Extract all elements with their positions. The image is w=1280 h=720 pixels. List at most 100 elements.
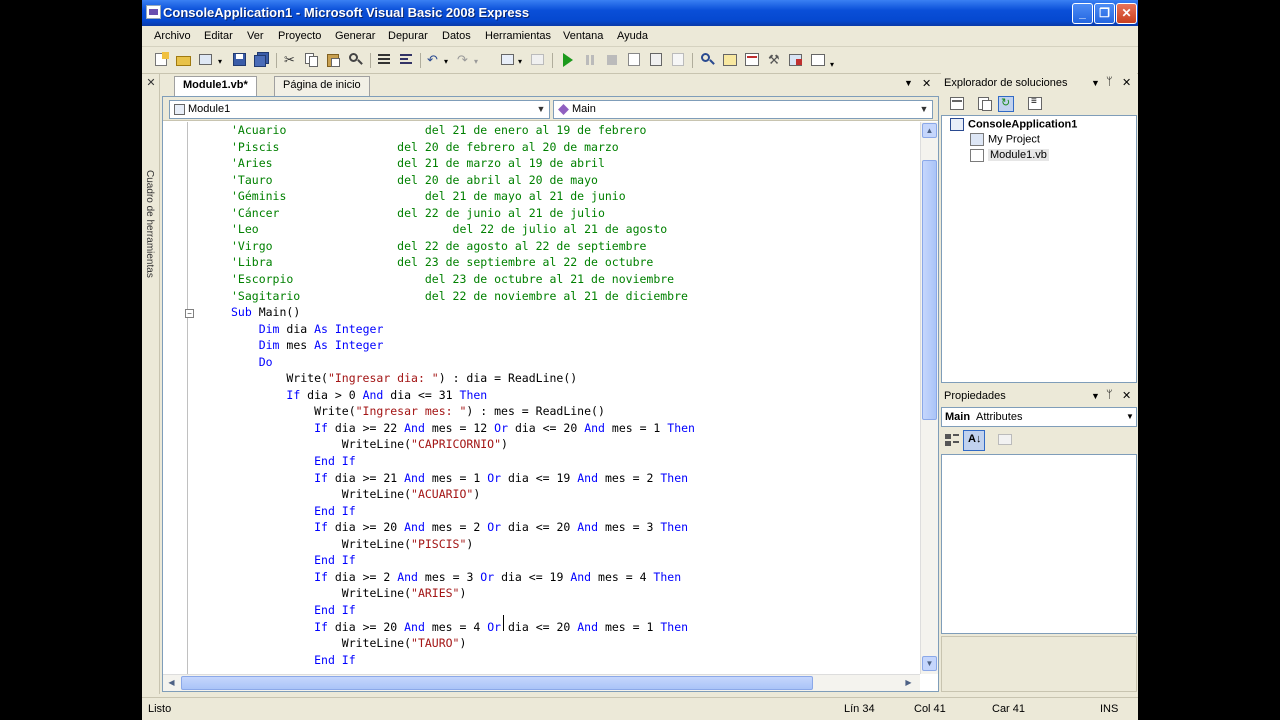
code-line[interactable]: 'Piscis del 20 de febrero al 20 de marzo <box>231 139 619 155</box>
auto-hide-pin-icon[interactable]: ᛘ <box>1106 389 1113 401</box>
menu-depurar[interactable]: Depurar <box>388 30 428 42</box>
code-line[interactable]: If dia > 0 And dia <= 31 Then <box>231 387 487 403</box>
breakpoint-icon[interactable] <box>626 52 642 68</box>
menu-proyecto[interactable]: Proyecto <box>278 30 321 42</box>
member-combo[interactable]: Main ▼ <box>553 100 933 119</box>
menu-generar[interactable]: Generar <box>335 30 375 42</box>
save-icon[interactable] <box>232 52 248 68</box>
uncomment-lines-icon[interactable] <box>398 52 414 68</box>
navigate-backward-icon[interactable] <box>500 52 516 68</box>
code-line[interactable]: If dia >= 20 And mes = 2 Or dia <= 20 An… <box>231 519 688 535</box>
code-line[interactable]: 'Escorpio del 23 de octubre al 21 de nov… <box>231 271 674 287</box>
stop-icon[interactable] <box>604 52 620 68</box>
tree-item-module1[interactable]: Module1.vb <box>970 149 1049 165</box>
save-all-icon[interactable] <box>254 52 270 68</box>
chevron-down-icon[interactable]: ▾ <box>518 52 526 68</box>
code-line[interactable]: 'Géminis del 21 de mayo al 21 de junio <box>231 188 626 204</box>
menu-ayuda[interactable]: Ayuda <box>617 30 648 42</box>
window-position-icon[interactable]: ▼ <box>1091 78 1100 88</box>
vertical-scroll-thumb[interactable] <box>922 160 937 420</box>
code-line[interactable]: Dim dia As Integer <box>231 321 384 337</box>
code-line[interactable]: 'Tauro del 20 de abril al 20 de mayo <box>231 172 598 188</box>
tree-item-project[interactable]: ConsoleApplication1 <box>950 118 1077 134</box>
collapse-region-icon[interactable]: − <box>185 309 194 318</box>
split-handle[interactable] <box>922 139 937 154</box>
toolbar-overflow-icon[interactable]: ▾ <box>828 52 838 69</box>
active-files-chevron-icon[interactable]: ▼ <box>904 78 913 88</box>
cut-icon[interactable]: ✂ <box>282 52 298 68</box>
chevron-down-icon[interactable]: ▼ <box>916 101 932 118</box>
menu-herramientas[interactable]: Herramientas <box>485 30 551 42</box>
code-line[interactable]: End If <box>231 652 356 668</box>
code-line[interactable]: If dia >= 2 And mes = 3 Or dia <= 19 And… <box>231 569 681 585</box>
code-line[interactable]: 'Acuario del 21 de enero al 19 de febrer… <box>231 122 646 138</box>
object-browser-icon[interactable] <box>788 52 804 68</box>
properties-grid[interactable] <box>941 454 1137 634</box>
code-line[interactable]: Write("Ingresar mes: ") : mes = ReadLine… <box>231 403 605 419</box>
code-line[interactable]: WriteLine("ARIES") <box>231 585 467 601</box>
paste-icon[interactable] <box>326 52 342 68</box>
step-into-icon[interactable] <box>648 52 664 68</box>
navigate-forward-icon[interactable] <box>530 52 546 68</box>
scroll-up-icon[interactable]: ▲ <box>922 123 937 138</box>
solution-explorer-icon[interactable] <box>722 52 738 68</box>
properties-icon[interactable] <box>949 96 965 112</box>
maximize-button[interactable]: ❐ <box>1094 3 1115 24</box>
horizontal-scrollbar[interactable]: ◀ ▶ <box>163 674 920 691</box>
code-line[interactable]: Dim mes As Integer <box>231 337 384 353</box>
code-line[interactable]: WriteLine("TAURO") <box>231 635 467 651</box>
code-line[interactable]: 'Virgo del 22 de agosto al 22 de septiem… <box>231 238 646 254</box>
code-line[interactable]: End If <box>231 552 356 568</box>
code-line[interactable]: 'Aries del 21 de marzo al 19 de abril <box>231 155 605 171</box>
undo-icon[interactable]: ↶ <box>426 52 442 68</box>
type-combo[interactable]: Module1 ▼ <box>169 100 550 119</box>
add-item-icon[interactable] <box>198 52 214 68</box>
code-line[interactable]: If dia >= 22 And mes = 12 Or dia <= 20 A… <box>231 420 695 436</box>
show-all-files-icon[interactable] <box>977 96 993 112</box>
horizontal-scroll-thumb[interactable] <box>181 676 813 690</box>
refresh-icon[interactable]: ↻ <box>998 96 1014 112</box>
menu-datos[interactable]: Datos <box>442 30 471 42</box>
close-panel-icon[interactable]: ✕ <box>1122 76 1131 89</box>
scroll-right-icon[interactable]: ▶ <box>901 676 916 690</box>
code-line[interactable]: WriteLine("ACUARIO") <box>231 486 481 502</box>
code-line[interactable]: If dia >= 21 And mes = 1 Or dia <= 19 An… <box>231 470 688 486</box>
property-pages-icon[interactable] <box>997 432 1013 448</box>
chevron-down-icon[interactable]: ▼ <box>1126 412 1134 421</box>
code-text-area[interactable]: − 'Acuario del 21 de enero al 19 de febr… <box>163 122 920 674</box>
code-line[interactable]: End If <box>231 602 356 618</box>
minimize-button[interactable]: _ <box>1072 3 1093 24</box>
code-line[interactable]: WriteLine("CAPRICORNIO") <box>231 436 508 452</box>
redo-icon[interactable]: ↷ <box>456 52 472 68</box>
toolbox-label[interactable]: Cuadro de herramientas <box>144 170 155 278</box>
tree-item-my-project[interactable]: My Project <box>970 133 1040 149</box>
close-button[interactable]: ✕ <box>1116 3 1137 24</box>
code-line[interactable]: End If <box>231 503 356 519</box>
menu-ventana[interactable]: Ventana <box>563 30 603 42</box>
step-over-icon[interactable] <box>670 52 686 68</box>
properties-window-icon[interactable] <box>744 52 760 68</box>
comment-lines-icon[interactable] <box>376 52 392 68</box>
chevron-down-icon[interactable]: ▾ <box>444 52 452 68</box>
code-line[interactable]: Do <box>231 354 273 370</box>
close-document-icon[interactable]: ✕ <box>922 77 931 90</box>
code-line[interactable]: Write("Ingresar dia: ") : dia = ReadLine… <box>231 370 577 386</box>
new-project-icon[interactable] <box>154 52 170 68</box>
auto-hide-pin-icon[interactable]: ᛘ <box>1106 76 1113 88</box>
properties-object-selector[interactable]: Main Attributes ▼ <box>941 407 1137 427</box>
toolbox-strip[interactable]: ✕ Cuadro de herramientas <box>142 74 160 694</box>
menu-editar[interactable]: Editar <box>204 30 233 42</box>
alphabetical-icon[interactable]: A↓ <box>963 430 985 451</box>
find-icon[interactable] <box>348 52 364 68</box>
code-line[interactable]: 'Leo del 22 de julio al 21 de agosto <box>231 221 667 237</box>
pause-icon[interactable] <box>582 52 598 68</box>
start-debugging-icon[interactable] <box>560 52 576 68</box>
menu-archivo[interactable]: Archivo <box>154 30 191 42</box>
code-line[interactable]: 'Cáncer del 22 de junio al 21 de julio <box>231 205 605 221</box>
tab-module1[interactable]: Module1.vb* <box>174 76 257 96</box>
categorized-icon[interactable] <box>944 432 960 448</box>
find-in-files-icon[interactable] <box>700 52 716 68</box>
vertical-scrollbar[interactable]: ▲ ▼ <box>920 122 938 674</box>
open-folder-icon[interactable] <box>176 52 192 68</box>
toolbox-tools-icon[interactable]: ⚒ <box>766 52 782 68</box>
